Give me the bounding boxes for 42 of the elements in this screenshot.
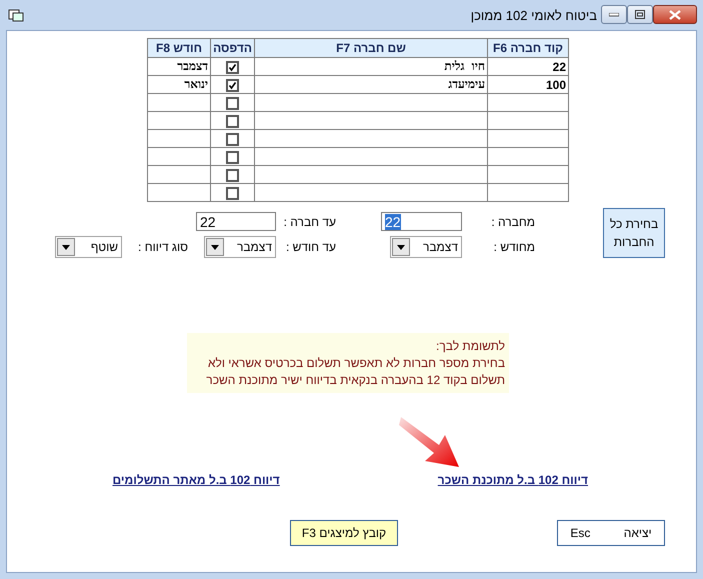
column-header[interactable]: קוד חברה F6 — [488, 38, 568, 58]
checkbox[interactable] — [226, 132, 240, 146]
input-field[interactable]: 22 — [381, 212, 462, 231]
field-label: עד חודש : — [286, 240, 336, 254]
close-button[interactable] — [653, 5, 697, 24]
table-cell: עימיעדג — [254, 76, 488, 94]
field-label: מחודש : — [494, 240, 535, 254]
checkbox[interactable] — [226, 96, 240, 110]
dropdown[interactable]: דצמבר — [390, 236, 462, 258]
checkbox[interactable] — [226, 114, 240, 128]
maximize-button[interactable] — [627, 5, 653, 24]
window-title: ביטוח לאומי 102 ממוכן — [470, 8, 597, 22]
column-header[interactable]: שם חברה F7 — [254, 38, 488, 58]
table-cell: חיו גלית — [254, 58, 488, 76]
checkbox[interactable] — [226, 150, 240, 164]
minimize-button[interactable] — [601, 5, 627, 24]
column-header[interactable]: חודש F8 — [148, 38, 211, 58]
dropdown[interactable]: שוטף — [55, 236, 122, 258]
app-icon[interactable] — [8, 8, 24, 22]
input-field[interactable]: 22 — [196, 212, 276, 231]
table-cell: ינואר — [148, 76, 211, 94]
field-label: עד חברה : — [284, 215, 336, 229]
close-icon — [669, 10, 681, 20]
checkbox[interactable] — [226, 186, 240, 200]
checkbox[interactable] — [226, 60, 240, 74]
field-label: סוג דיווח : — [138, 240, 189, 254]
checkbox[interactable] — [226, 168, 240, 182]
table-cell: 22 — [488, 58, 568, 76]
field-label: מחברה : — [491, 215, 535, 229]
notice-text: לתשומת לבך: בחירת מספר חברות לא תאפשר תשלום בכרטיס אשראי ולא תשלום בקוד 12 בהעברה בנקאית בדיווח ישיר מתוכנת השכר — [187, 333, 509, 393]
maximize-icon — [635, 10, 645, 19]
exit-button[interactable]: יציאה Esc — [557, 520, 665, 546]
dropdown[interactable]: דצמבר — [204, 236, 276, 258]
checkbox[interactable] — [226, 78, 240, 92]
select-all-button[interactable]: בחירת כל החברות — [603, 208, 665, 258]
minimize-icon — [609, 12, 619, 16]
report-link[interactable]: דיווח 102 ב.ל מתוכנת השכר — [438, 473, 588, 487]
report-link[interactable]: דיווח 102 ב.ל מאתר התשלומים — [112, 473, 280, 487]
table-cell: 100 — [488, 76, 568, 94]
column-header[interactable]: הדפסה — [210, 38, 254, 58]
export-button[interactable]: קובץ למיצגים F3 — [290, 520, 398, 546]
table-cell: דצמבר — [148, 58, 211, 76]
